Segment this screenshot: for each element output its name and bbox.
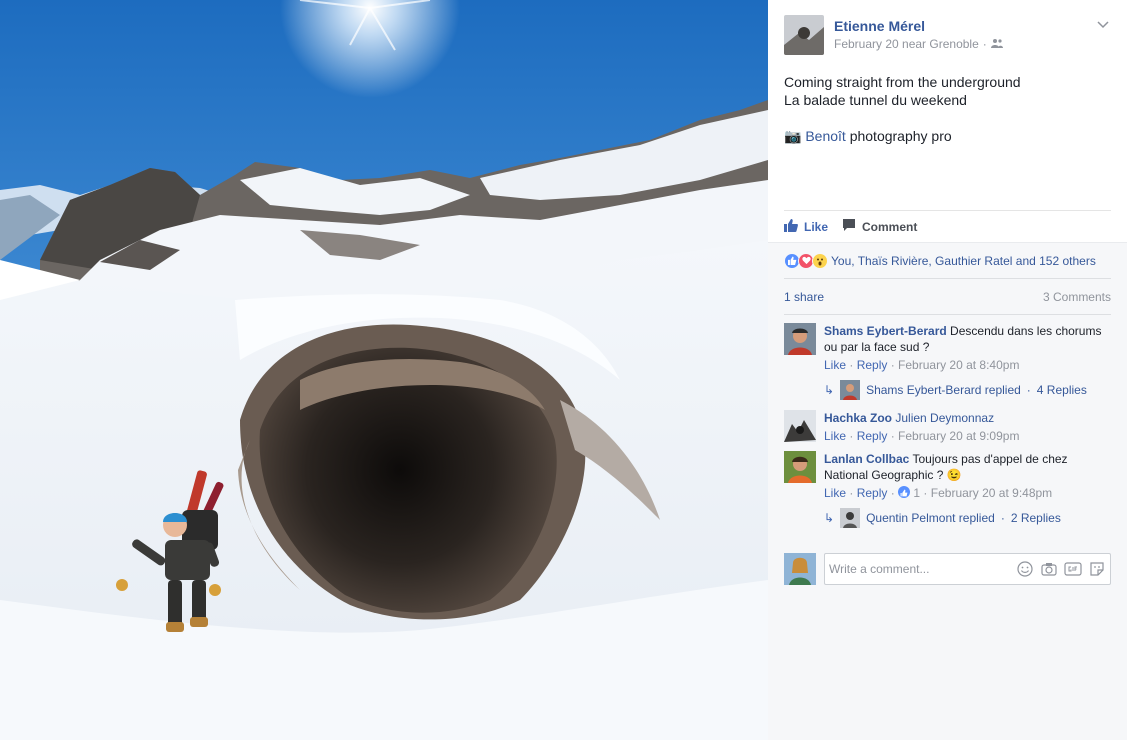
- dot-separator: ·: [1026, 383, 1031, 397]
- comment-like-count: 1: [913, 486, 921, 500]
- comment-input-box[interactable]: [824, 553, 1111, 585]
- comment-likes-badge[interactable]: 1: [898, 486, 923, 500]
- replies-summary[interactable]: ↳ Shams Eybert-Berard replied · 4 Replie…: [824, 380, 1111, 400]
- like-label: Like: [804, 219, 829, 234]
- reaction-icons: [784, 252, 828, 269]
- comment-author[interactable]: Hachka Zoo: [824, 411, 892, 425]
- comment-author[interactable]: Lanlan Collbac: [824, 452, 909, 466]
- comment-input[interactable]: [829, 562, 1016, 576]
- post-photo[interactable]: [0, 0, 768, 740]
- camera-icon: 📷: [784, 128, 802, 144]
- comment-item: Hachka Zoo Julien Deymonnaz Like · Reply…: [784, 410, 1111, 445]
- replies-summary[interactable]: ↳ Quentin Pelmont replied · 2 Replies: [824, 508, 1111, 528]
- comment-mention[interactable]: Julien Deymonnaz: [895, 411, 994, 425]
- speech-bubble-icon: [842, 218, 856, 235]
- author-meta: Etienne Mérel February 20 near Grenoble …: [834, 17, 1003, 53]
- post-date[interactable]: February 20 near Grenoble: [834, 35, 979, 53]
- credit-text: photography pro: [845, 128, 952, 144]
- comment-time[interactable]: February 20 at 8:40pm: [898, 358, 1019, 372]
- comment-composer: [784, 553, 1111, 585]
- caption-line: La balade tunnel du weekend: [784, 92, 967, 108]
- comments-section: You, Thaïs Rivière, Gauthier Ratel and 1…: [768, 242, 1127, 740]
- like-button[interactable]: Like: [784, 218, 828, 235]
- post-side-panel: Etienne Mérel February 20 near Grenoble …: [768, 0, 1127, 740]
- credit-name-link[interactable]: Benoît: [805, 128, 845, 144]
- comment-reply-link[interactable]: Reply: [857, 486, 888, 500]
- mountain-photo: [0, 0, 768, 740]
- shares-link[interactable]: 1 share: [784, 290, 824, 304]
- comment-meta: Like · Reply · 1 · February 20 at 9:48pm: [824, 486, 1053, 500]
- share-count-row: 1 share 3 Comments: [784, 279, 1111, 315]
- post-header-area: Etienne Mérel February 20 near Grenoble …: [768, 0, 1127, 242]
- commenter-avatar[interactable]: [784, 323, 816, 355]
- thumbs-up-icon: [784, 218, 798, 235]
- comment-meta: Like · Reply · February 20 at 9:09pm: [824, 429, 1020, 443]
- comment-like-link[interactable]: Like: [824, 429, 846, 443]
- comment-like-link[interactable]: Like: [824, 358, 846, 372]
- reply-count: 4 Replies: [1036, 383, 1087, 397]
- comment-body: Shams Eybert-Berard Descendu dans les ch…: [824, 323, 1111, 400]
- photo-credit-line: 📷 Benoît photography pro: [784, 127, 1111, 145]
- wow-reaction-icon: [812, 252, 828, 269]
- composer-icons: [1016, 560, 1110, 578]
- like-badge-icon: [898, 486, 911, 498]
- comment-label: Comment: [862, 219, 918, 234]
- reply-summary-text: Shams Eybert-Berard replied: [866, 383, 1021, 397]
- reply-arrow-icon: ↳: [824, 511, 835, 525]
- dot-separator: ·: [982, 37, 987, 51]
- reactions-summary[interactable]: You, Thaïs Rivière, Gauthier Ratel and 1…: [784, 243, 1111, 279]
- comment-text: Shams Eybert-Berard Descendu dans les ch…: [824, 323, 1111, 355]
- emoji-icon[interactable]: [1016, 560, 1034, 578]
- reactions-text[interactable]: You, Thaïs Rivière, Gauthier Ratel and 1…: [831, 254, 1096, 268]
- gif-icon[interactable]: [1064, 560, 1082, 578]
- caption-line: Coming straight from the underground: [784, 74, 1021, 90]
- reply-summary-text: Quentin Pelmont replied: [866, 511, 995, 525]
- post-caption: Coming straight from the underground La …: [784, 73, 1111, 145]
- comment-time[interactable]: February 20 at 9:09pm: [898, 429, 1019, 443]
- sticker-icon[interactable]: [1088, 560, 1106, 578]
- comment-button[interactable]: Comment: [842, 218, 917, 235]
- dot-separator: ·: [1000, 511, 1005, 525]
- comment-body: Lanlan Collbac Toujours pas d'appel de c…: [824, 451, 1111, 528]
- replier-avatar: [840, 380, 861, 400]
- comment-time[interactable]: February 20 at 9:48pm: [931, 486, 1052, 500]
- comment-text: Hachka Zoo Julien Deymonnaz: [824, 410, 1111, 426]
- camera-icon[interactable]: [1040, 560, 1058, 578]
- author-name[interactable]: Etienne Mérel: [834, 17, 1003, 35]
- comments-count[interactable]: 3 Comments: [1043, 290, 1111, 304]
- reply-arrow-icon: ↳: [824, 383, 835, 397]
- comment-item: Lanlan Collbac Toujours pas d'appel de c…: [784, 451, 1111, 528]
- comment-meta: Like · Reply · February 20 at 8:40pm: [824, 358, 1020, 372]
- comment-item: Shams Eybert-Berard Descendu dans les ch…: [784, 323, 1111, 400]
- current-user-avatar[interactable]: [784, 553, 816, 585]
- replier-avatar: [840, 508, 861, 528]
- comment-like-link[interactable]: Like: [824, 486, 846, 500]
- comment-author[interactable]: Shams Eybert-Berard: [824, 324, 947, 338]
- comment-text: Lanlan Collbac Toujours pas d'appel de c…: [824, 451, 1111, 483]
- comment-reply-link[interactable]: Reply: [857, 358, 888, 372]
- comment-body: Hachka Zoo Julien Deymonnaz Like · Reply…: [824, 410, 1111, 445]
- post-actions-bar: Like Comment: [784, 210, 1111, 242]
- commenter-avatar[interactable]: [784, 451, 816, 483]
- commenter-avatar[interactable]: [784, 410, 816, 442]
- comment-reply-link[interactable]: Reply: [857, 429, 888, 443]
- friends-audience-icon[interactable]: [990, 35, 1003, 53]
- post-date-row: February 20 near Grenoble ·: [834, 35, 1003, 53]
- author-avatar[interactable]: [784, 15, 824, 55]
- reply-count: 2 Replies: [1010, 511, 1061, 525]
- author-row: Etienne Mérel February 20 near Grenoble …: [784, 15, 1111, 55]
- wink-emoji-icon: 😉: [946, 468, 962, 482]
- chevron-down-icon[interactable]: [1097, 18, 1109, 32]
